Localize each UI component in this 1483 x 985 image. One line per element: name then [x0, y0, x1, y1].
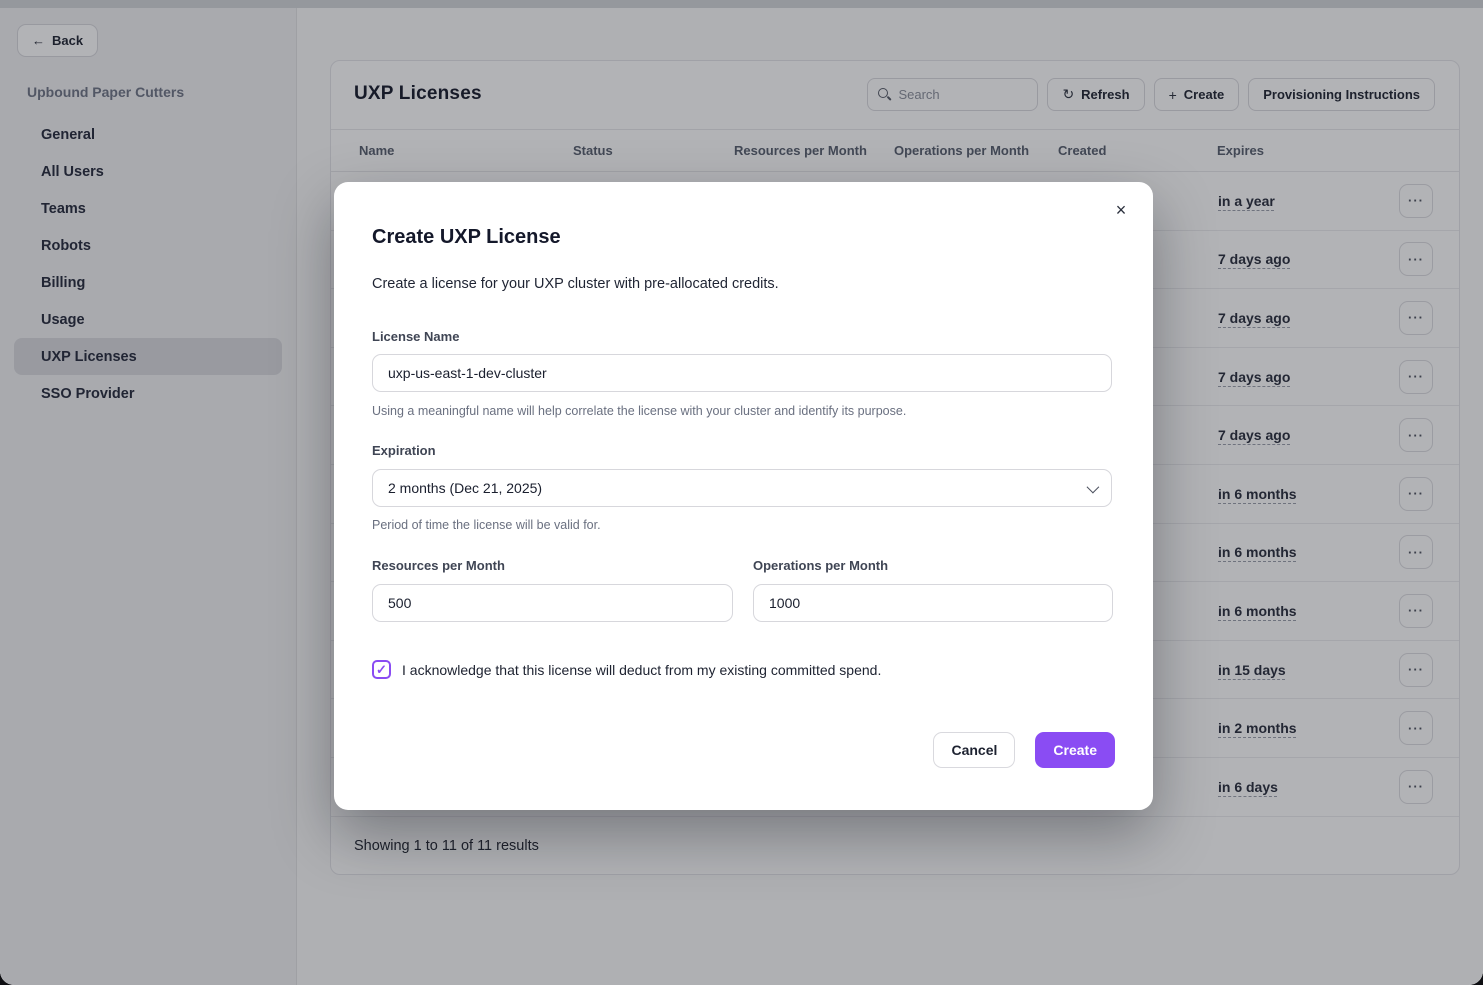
license-name-label: License Name [372, 329, 459, 344]
close-button[interactable]: × [1107, 196, 1135, 224]
expiration-selected-value: 2 months (Dec 21, 2025) [388, 480, 542, 496]
acknowledge-label: I acknowledge that this license will ded… [402, 662, 881, 678]
license-name-helper: Using a meaningful name will help correl… [372, 404, 906, 418]
operations-per-month-label: Operations per Month [753, 558, 888, 573]
acknowledge-row: ✓ I acknowledge that this license will d… [372, 660, 881, 679]
operations-per-month-input[interactable] [753, 584, 1113, 622]
close-icon: × [1116, 200, 1127, 220]
create-submit-button[interactable]: Create [1035, 732, 1115, 768]
expiration-select[interactable]: 2 months (Dec 21, 2025) [372, 469, 1112, 507]
check-icon: ✓ [376, 663, 387, 676]
modal-actions: Cancel Create [933, 732, 1115, 768]
app-window: ← Back Upbound Paper Cutters General All… [0, 0, 1483, 985]
expiration-helper: Period of time the license will be valid… [372, 518, 601, 532]
license-name-input[interactable] [372, 354, 1112, 392]
modal-description: Create a license for your UXP cluster wi… [372, 276, 779, 292]
resources-per-month-input[interactable] [372, 584, 733, 622]
expiration-label: Expiration [372, 443, 436, 458]
chevron-down-icon [1087, 480, 1100, 493]
create-uxp-license-modal: × Create UXP License Create a license fo… [334, 182, 1153, 810]
cancel-button[interactable]: Cancel [933, 732, 1015, 768]
resources-per-month-label: Resources per Month [372, 558, 505, 573]
acknowledge-checkbox[interactable]: ✓ [372, 660, 391, 679]
modal-title: Create UXP License [372, 226, 561, 249]
